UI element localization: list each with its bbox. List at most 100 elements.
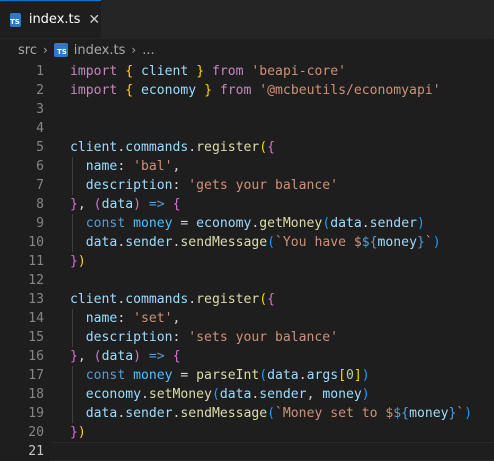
code-line[interactable]: 9 const money = economy.getMoney(data.se…	[0, 214, 494, 233]
line-number: 16	[28, 349, 44, 364]
code-token: from	[211, 64, 244, 79]
code-token: economy	[85, 387, 141, 402]
code-token: )	[416, 216, 425, 231]
code-token: money	[377, 235, 417, 250]
code-token: ,	[306, 387, 323, 402]
tab-index-ts[interactable]: TS index.ts ✕	[0, 0, 101, 38]
code-line[interactable]: 7 description: 'gets your balance'	[0, 176, 494, 195]
code-token: )	[464, 406, 473, 421]
line-number: 10	[28, 235, 44, 250]
code-token: (	[93, 197, 102, 212]
code-line[interactable]: 4	[0, 119, 494, 138]
code-token: setMoney	[148, 387, 212, 402]
code-line[interactable]: 6 name: 'bal',	[0, 157, 494, 176]
line-number: 19	[28, 406, 44, 421]
code-token: sender	[369, 216, 417, 231]
code-token: data	[101, 349, 134, 364]
code-editor[interactable]: 1 import { client } from 'beapi-core' 2 imp…	[0, 61, 494, 461]
code-line[interactable]: 2 import { economy } from '@mcbeutils/eco…	[0, 81, 494, 100]
chevron-right-icon: ›	[42, 43, 48, 57]
code-token: {	[267, 292, 276, 307]
code-token: =>	[148, 349, 165, 364]
tab-label: index.ts	[28, 12, 81, 27]
code-token: =	[172, 216, 197, 231]
code-line[interactable]: 16}, (data) => {	[0, 347, 494, 366]
code-token: =>	[148, 197, 165, 212]
code-token: args	[306, 368, 339, 383]
code-token: 'bal'	[133, 159, 173, 174]
code-token: import	[70, 83, 118, 98]
code-line[interactable]: 14 name: 'set',	[0, 309, 494, 328]
close-icon[interactable]: ✕	[88, 12, 100, 28]
line-number: 5	[36, 140, 44, 155]
code-token: data	[85, 406, 118, 421]
code-line[interactable]: 17 const money = parseInt(data.args[0])	[0, 366, 494, 385]
code-line[interactable]: 3	[0, 100, 494, 119]
code-text: import { client } from 'beapi-core'	[44, 64, 346, 79]
code-line[interactable]: 20})	[0, 423, 494, 442]
indent-guide	[72, 366, 73, 423]
code-line[interactable]: 5 client.commands.register({	[0, 138, 494, 157]
code-token: client	[140, 64, 189, 79]
code-token: }	[70, 349, 78, 364]
code-token: `You have $	[275, 235, 362, 250]
code-text: description: 'sets your balance'	[44, 330, 338, 345]
code-text: client.commands.register({	[44, 292, 275, 307]
code-token: )	[133, 349, 141, 364]
code-token: 'beapi-core'	[251, 64, 347, 79]
breadcrumb-file[interactable]: index.ts	[74, 43, 126, 58]
indent-guide	[72, 214, 73, 252]
code-token: }	[70, 197, 78, 212]
typescript-file-icon: TS	[10, 12, 21, 27]
code-text: name: 'set',	[44, 311, 181, 326]
code-text: data.sender.sendMessage(`You have $${mon…	[44, 235, 441, 250]
code-line[interactable]: 15 description: 'sets your balance'	[0, 328, 494, 347]
line-number: 15	[28, 330, 44, 345]
code-line[interactable]: 1 import { client } from 'beapi-core'	[0, 62, 494, 81]
code-token: {	[172, 197, 181, 212]
line-number: 2	[36, 83, 44, 98]
code-line[interactable]: 19 data.sender.sendMessage(`Money set to…	[0, 404, 494, 423]
code-token: sendMessage	[180, 235, 268, 250]
code-token: economy	[196, 216, 252, 231]
chevron-right-icon: ›	[131, 43, 137, 57]
line-number: 3	[36, 102, 44, 117]
line-number: 1	[36, 64, 44, 79]
current-line-highlight	[50, 442, 494, 461]
indent-guide	[72, 309, 73, 347]
code-line[interactable]: 12	[0, 271, 494, 290]
code-line[interactable]: 10 data.sender.sendMessage(`You have $${…	[0, 233, 494, 252]
breadcrumb-folder[interactable]: src	[18, 43, 37, 58]
code-token: sendMessage	[180, 406, 268, 421]
line-number: 8	[36, 197, 44, 212]
code-token: `	[424, 235, 433, 250]
code-text: client.commands.register({	[44, 140, 275, 155]
code-line[interactable]: 11})	[0, 252, 494, 271]
code-token: :	[117, 159, 134, 174]
typescript-file-icon: TS	[53, 43, 68, 57]
line-number: 20	[28, 425, 44, 440]
indent-guide	[72, 157, 73, 195]
code-line[interactable]: 13 client.commands.register({	[0, 290, 494, 309]
code-token: (	[259, 292, 268, 307]
code-line[interactable]: 18 economy.setMoney(data.sender, money)	[0, 385, 494, 404]
code-token: {	[172, 349, 181, 364]
code-text: import { economy } from '@mcbeutils/econ…	[44, 83, 441, 98]
code-token: money	[133, 368, 173, 383]
code-line[interactable]: 8}, (data) => {	[0, 195, 494, 214]
tab-bar: TS index.ts ✕	[0, 0, 494, 39]
breadcrumb-symbols[interactable]: ...	[142, 43, 154, 58]
code-token: getMoney	[259, 216, 323, 231]
code-token: money	[409, 406, 449, 421]
code-token: =	[172, 368, 197, 383]
code-text: })	[44, 254, 86, 269]
code-token: )	[361, 368, 370, 383]
code-token: 'sets your balance'	[188, 330, 339, 345]
